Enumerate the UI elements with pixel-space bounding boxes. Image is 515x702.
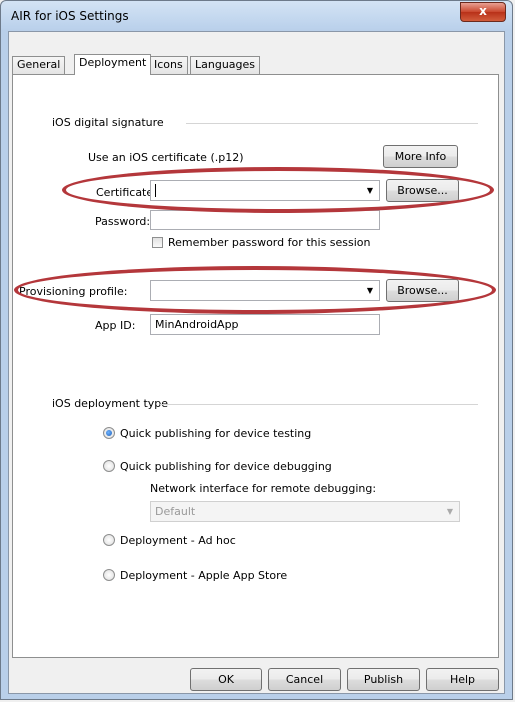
certificate-browse-button[interactable]: Browse...	[386, 179, 459, 202]
window-title: AIR for iOS Settings	[11, 9, 129, 23]
dropdown-arrow-icon: ▼	[366, 286, 373, 295]
app-id-label: App ID:	[95, 319, 136, 332]
radio-ad-hoc-label: Deployment - Ad hoc	[120, 534, 236, 547]
close-button[interactable]: x	[460, 2, 506, 22]
radio-device-debugging-label: Quick publishing for device debugging	[120, 460, 332, 473]
tab-deployment[interactable]: Deployment	[74, 54, 152, 75]
deployment-group-label: iOS deployment type	[52, 397, 169, 410]
tab-icons[interactable]: Icons	[149, 56, 188, 74]
use-certificate-label: Use an iOS certificate (.p12)	[88, 151, 244, 164]
deployment-panel: iOS digital signature Use an iOS certifi…	[12, 74, 499, 658]
provisioning-browse-button[interactable]: Browse...	[386, 279, 459, 302]
more-info-button[interactable]: More Info	[383, 145, 458, 168]
dialog-window: AIR for iOS Settings x General Deploymen…	[0, 0, 513, 700]
app-id-input[interactable]	[150, 314, 380, 335]
tab-languages[interactable]: Languages	[190, 56, 261, 74]
radio-app-store-label: Deployment - Apple App Store	[120, 569, 288, 582]
network-interface-value: Default	[155, 505, 196, 518]
radio-device-testing-label: Quick publishing for device testing	[120, 427, 312, 440]
network-interface-label: Network interface for remote debugging:	[150, 482, 377, 495]
certificate-label: Certificate:	[96, 186, 157, 199]
ok-button[interactable]: OK	[190, 668, 262, 691]
text-caret	[155, 184, 156, 197]
certificate-combo[interactable]: ▼	[150, 180, 380, 201]
publish-button[interactable]: Publish	[347, 668, 420, 691]
signature-group-label: iOS digital signature	[52, 116, 164, 129]
dropdown-arrow-icon: ▼	[366, 186, 373, 195]
radio-device-debugging[interactable]	[103, 460, 115, 472]
radio-app-store[interactable]	[103, 569, 115, 581]
title-bar[interactable]: AIR for iOS Settings x	[1, 1, 512, 31]
remember-password-checkbox[interactable]	[152, 237, 163, 248]
signature-group-line	[186, 123, 478, 124]
close-icon: x	[479, 4, 487, 18]
provisioning-profile-label: Provisioning profile:	[19, 285, 128, 298]
provisioning-profile-combo[interactable]: ▼	[150, 280, 380, 301]
dropdown-arrow-icon: ▼	[446, 507, 453, 516]
radio-device-testing[interactable]	[103, 427, 115, 439]
password-label: Password:	[95, 215, 151, 228]
radio-ad-hoc[interactable]	[103, 534, 115, 546]
network-interface-combo[interactable]: Default ▼	[150, 501, 460, 522]
dialog-client: General Deployment Icons Languages iOS d…	[8, 31, 505, 694]
tab-general[interactable]: General	[12, 56, 66, 74]
deployment-group-line	[160, 404, 478, 405]
cancel-button[interactable]: Cancel	[268, 668, 341, 691]
remember-password-label: Remember password for this session	[168, 236, 371, 249]
password-input[interactable]	[150, 210, 380, 230]
help-button[interactable]: Help	[426, 668, 499, 691]
